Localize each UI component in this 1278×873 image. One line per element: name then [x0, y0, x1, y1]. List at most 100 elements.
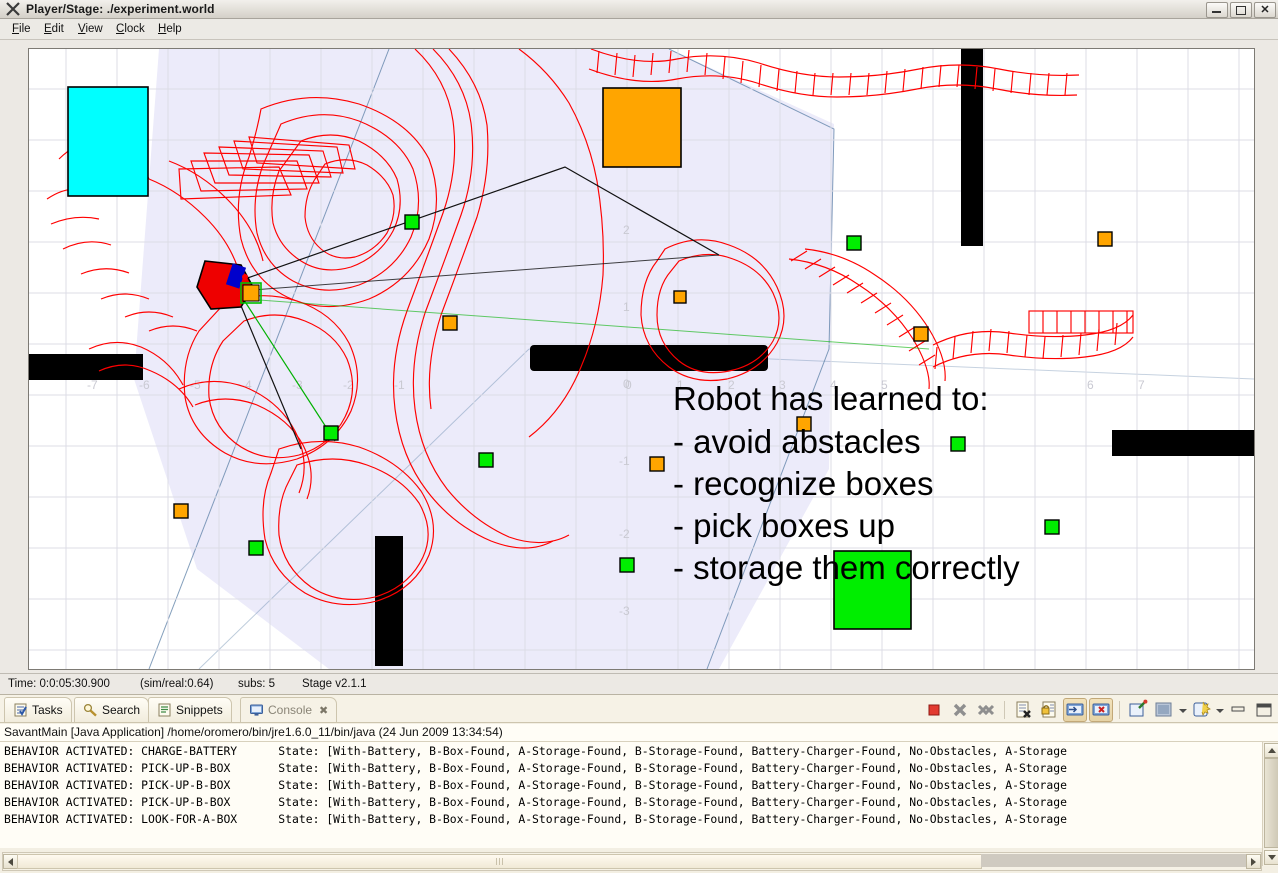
search-icon — [83, 703, 98, 717]
simulation-canvas[interactable]: -7 -6 -5 -4 -3 -2 -1 0 1 234 567 210 -1 -2 -3 — [28, 48, 1255, 670]
console-vertical-scrollbar[interactable] — [1262, 742, 1278, 866]
close-icon: ✕ — [1260, 3, 1270, 16]
maximize-view-button[interactable] — [1252, 698, 1276, 722]
wall-right — [1112, 430, 1254, 456]
console-tabbar: Tasks Search Snippets Console ✖ — [0, 695, 1278, 723]
small-orange-box — [1097, 231, 1113, 247]
robot-center-dot — [242, 274, 248, 280]
show-console-on-error-button[interactable] — [1089, 697, 1113, 722]
menu-help[interactable]: Help — [154, 21, 186, 37]
player-stage-window: Player/Stage: ./experiment.world ✕ File … — [0, 0, 1278, 694]
status-sim-real: (sim/real:0.64) — [140, 678, 214, 690]
carried-orange-box — [242, 284, 260, 302]
console-output[interactable]: BEHAVIOR ACTIVATED: CHARGE-BATTERY State… — [0, 742, 1278, 848]
annotation-title: Robot has learned to: — [673, 380, 989, 417]
console-line: BEHAVIOR ACTIVATED: PICK-UP-B-BOX State:… — [4, 795, 1067, 809]
status-version: Stage v2.1.1 — [302, 678, 367, 690]
annotation-line-2: - recognize boxes — [673, 465, 934, 502]
tab-console-label: Console — [268, 703, 313, 717]
scroll-right-icon[interactable] — [1246, 854, 1261, 869]
wall-bottom — [375, 536, 403, 666]
vertical-scroll-thumb[interactable] — [1264, 758, 1278, 848]
show-console-on-output-button[interactable] — [1063, 697, 1087, 722]
tab-snippets-label: Snippets — [176, 703, 223, 717]
small-green-box — [248, 540, 264, 556]
svg-text:2: 2 — [623, 223, 630, 237]
terminate-button[interactable] — [922, 698, 946, 722]
remove-launch-button[interactable] — [948, 698, 972, 722]
minimize-view-button[interactable] — [1226, 698, 1250, 722]
menu-clock[interactable]: Clock — [112, 21, 149, 37]
tab-search-label: Search — [102, 703, 141, 717]
svg-text:-2: -2 — [619, 527, 630, 541]
annotation-line-1: - avoid abstacles — [673, 423, 921, 460]
eclipse-console-panel: Tasks Search Snippets Console ✖ SavantMa… — [0, 694, 1278, 873]
tab-snippets[interactable]: Snippets — [148, 697, 232, 722]
chevron-down-icon-2[interactable] — [1215, 699, 1224, 721]
clear-console-button[interactable] — [1011, 698, 1035, 722]
small-orange-box — [442, 315, 458, 331]
status-subs: subs: 5 — [238, 678, 276, 690]
menubar: File Edit View Clock Help — [0, 19, 1278, 40]
wall-center — [530, 345, 768, 371]
console-launch-header: SavantMain [Java Application] /home/orom… — [0, 724, 1278, 742]
snippets-icon — [157, 703, 172, 717]
status-time: Time: 0:0:05:30.900 — [8, 678, 110, 690]
console-toolbar — [922, 697, 1276, 722]
console-horizontal-scrollbar[interactable] — [2, 852, 1262, 871]
menu-view[interactable]: View — [74, 21, 107, 37]
cyan-storage-box — [67, 86, 149, 197]
open-console-button[interactable] — [1189, 698, 1213, 722]
stage-world-view[interactable]: -7 -6 -5 -4 -3 -2 -1 0 1 234 567 210 -1-2-3 — [29, 49, 1254, 669]
chevron-down-icon[interactable] — [1178, 699, 1187, 721]
svg-text:0: 0 — [623, 377, 630, 391]
small-green-box — [323, 425, 339, 441]
small-green-box — [404, 214, 420, 230]
horizontal-scroll-thumb[interactable] — [17, 854, 982, 869]
window-title: Player/Stage: ./experiment.world — [26, 2, 215, 16]
scroll-left-icon[interactable] — [3, 854, 18, 869]
close-icon[interactable]: ✖ — [319, 704, 328, 717]
small-orange-box — [913, 326, 929, 342]
console-line: BEHAVIOR ACTIVATED: PICK-UP-B-BOX State:… — [4, 778, 1067, 792]
window-titlebar[interactable]: Player/Stage: ./experiment.world ✕ — [0, 0, 1278, 19]
scroll-lock-button[interactable] — [1037, 698, 1061, 722]
small-orange-box — [649, 456, 665, 472]
small-orange-box — [173, 503, 189, 519]
small-orange-box — [673, 290, 687, 304]
scroll-up-icon[interactable] — [1264, 743, 1278, 758]
toolbar-separator — [1004, 700, 1005, 719]
scroll-down-icon[interactable] — [1264, 850, 1278, 865]
menu-file[interactable]: File — [8, 21, 35, 37]
tab-search[interactable]: Search — [74, 697, 150, 722]
tab-console[interactable]: Console ✖ — [240, 697, 338, 722]
svg-text:1: 1 — [623, 300, 630, 314]
display-selected-console-button[interactable] — [1152, 698, 1176, 722]
menu-edit[interactable]: Edit — [40, 21, 68, 37]
svg-text:6: 6 — [1087, 378, 1094, 392]
minimize-window-button[interactable] — [1206, 2, 1228, 18]
remove-all-terminated-button[interactable] — [974, 698, 998, 722]
console-line: BEHAVIOR ACTIVATED: CHARGE-BATTERY State… — [4, 744, 1067, 758]
small-green-box — [1044, 519, 1060, 535]
svg-text:-1: -1 — [619, 454, 630, 468]
scroll-thumb-grip — [495, 858, 504, 865]
tasks-icon — [13, 703, 28, 717]
toolbar-separator-2 — [1119, 700, 1120, 719]
small-green-box — [478, 452, 494, 468]
annotation-line-3: - pick boxes up — [673, 507, 895, 544]
tab-tasks[interactable]: Tasks — [4, 697, 72, 722]
stage-statusbar: Time: 0:0:05:30.900 (sim/real:0.64) subs… — [0, 673, 1278, 694]
tab-tasks-label: Tasks — [32, 703, 63, 717]
close-window-button[interactable]: ✕ — [1254, 2, 1276, 18]
x-logo-icon — [6, 2, 20, 16]
svg-text:-6: -6 — [139, 378, 150, 392]
annotation-line-4: - storage them correctly — [673, 549, 1020, 586]
horizontal-scroll-track[interactable] — [981, 854, 1247, 867]
maximize-window-button[interactable] — [1230, 2, 1252, 18]
svg-text:-7: -7 — [87, 378, 98, 392]
small-green-box — [619, 557, 635, 573]
console-icon — [249, 703, 264, 717]
pin-console-button[interactable] — [1126, 698, 1150, 722]
orange-storage-box — [602, 87, 682, 168]
